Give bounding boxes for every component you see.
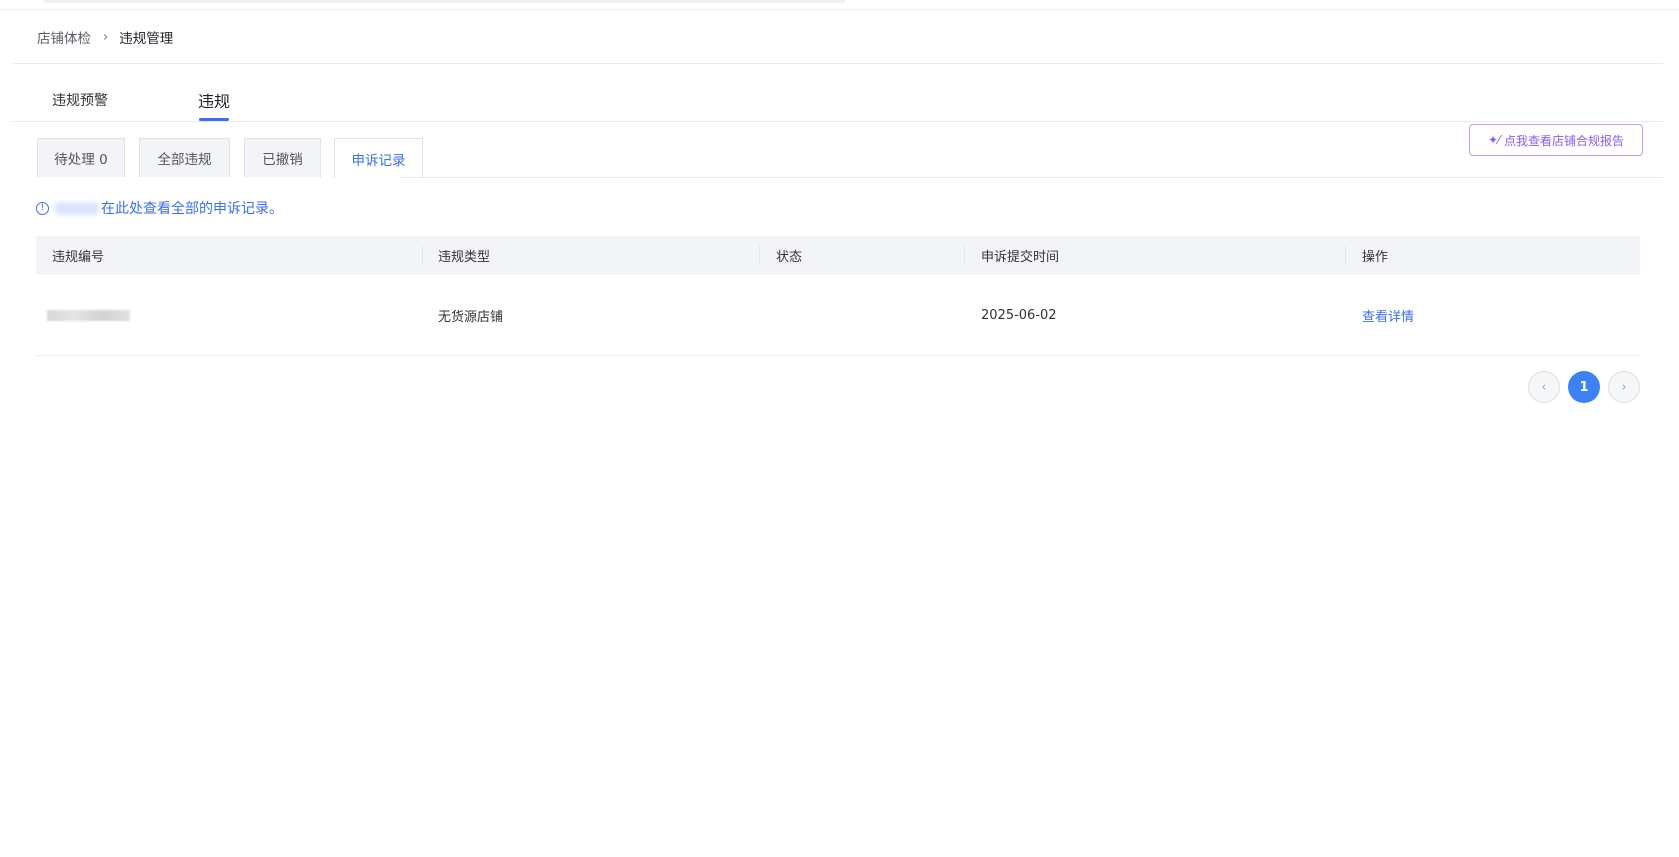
- col-submit-time: 申诉提交时间: [981, 250, 1060, 265]
- breadcrumb-current: 违规管理: [119, 31, 174, 47]
- col-violation-type: 违规类型: [438, 250, 491, 265]
- column-divider: [759, 246, 760, 265]
- compliance-report-label: 点我查看店铺合规报告: [1504, 133, 1625, 148]
- sparkle-icon: ✦⁄: [1487, 133, 1501, 147]
- breadcrumb-parent[interactable]: 店铺体检: [37, 27, 91, 47]
- violation-id-cell: [47, 275, 130, 355]
- prev-page-button[interactable]: ‹: [1528, 371, 1560, 403]
- tab-violation[interactable]: 违规: [198, 80, 230, 121]
- next-page-button[interactable]: ›: [1608, 371, 1640, 403]
- subtab-all-violations[interactable]: 全部违规: [139, 138, 230, 177]
- column-divider: [1345, 246, 1346, 265]
- main-tabs: 违规预警 违规: [12, 80, 1663, 122]
- col-violation-id: 违规编号: [52, 250, 105, 265]
- blurred-text: [55, 201, 99, 215]
- header-divider: [0, 9, 1679, 10]
- table-row: 无货源店铺 2025-06-02 查看详情: [36, 275, 1640, 356]
- column-divider: [964, 246, 965, 265]
- info-icon: !: [36, 201, 49, 215]
- sub-tabs-baseline: [400, 177, 1663, 178]
- subtab-appeal-records[interactable]: 申诉记录: [334, 138, 423, 178]
- breadcrumb-divider: [12, 63, 1663, 64]
- subtab-pending[interactable]: 待处理 0: [37, 138, 125, 177]
- col-actions: 操作: [1362, 250, 1389, 265]
- tab-violation-warning[interactable]: 违规预警: [52, 80, 108, 120]
- breadcrumb: 店铺体检 › 违规管理: [37, 26, 173, 48]
- table-header: 违规编号 违规类型 状态 申诉提交时间 操作: [36, 236, 1640, 275]
- masked-id: [47, 309, 130, 321]
- compliance-report-button[interactable]: ✦⁄ 点我查看店铺合规报告: [1469, 124, 1643, 156]
- chevron-right-icon: ›: [103, 29, 109, 45]
- notice-text: 在此处查看全部的申诉记录。: [101, 201, 283, 217]
- top-search-bar-edge: [44, 0, 846, 3]
- view-details-link[interactable]: 查看详情: [1362, 275, 1414, 355]
- violation-type-cell: 无货源店铺: [438, 309, 504, 325]
- appeal-records-table: 违规编号 违规类型 状态 申诉提交时间 操作 无货源店铺 2025-06-02 …: [36, 236, 1640, 356]
- column-divider: [422, 246, 423, 265]
- col-status: 状态: [776, 250, 803, 265]
- page-1-button[interactable]: 1: [1568, 371, 1600, 403]
- submit-time-cell: 2025-06-02: [981, 307, 1057, 323]
- subtab-revoked[interactable]: 已撤销: [244, 138, 321, 177]
- notice-bar: ! 在此处查看全部的申诉记录。: [36, 198, 283, 218]
